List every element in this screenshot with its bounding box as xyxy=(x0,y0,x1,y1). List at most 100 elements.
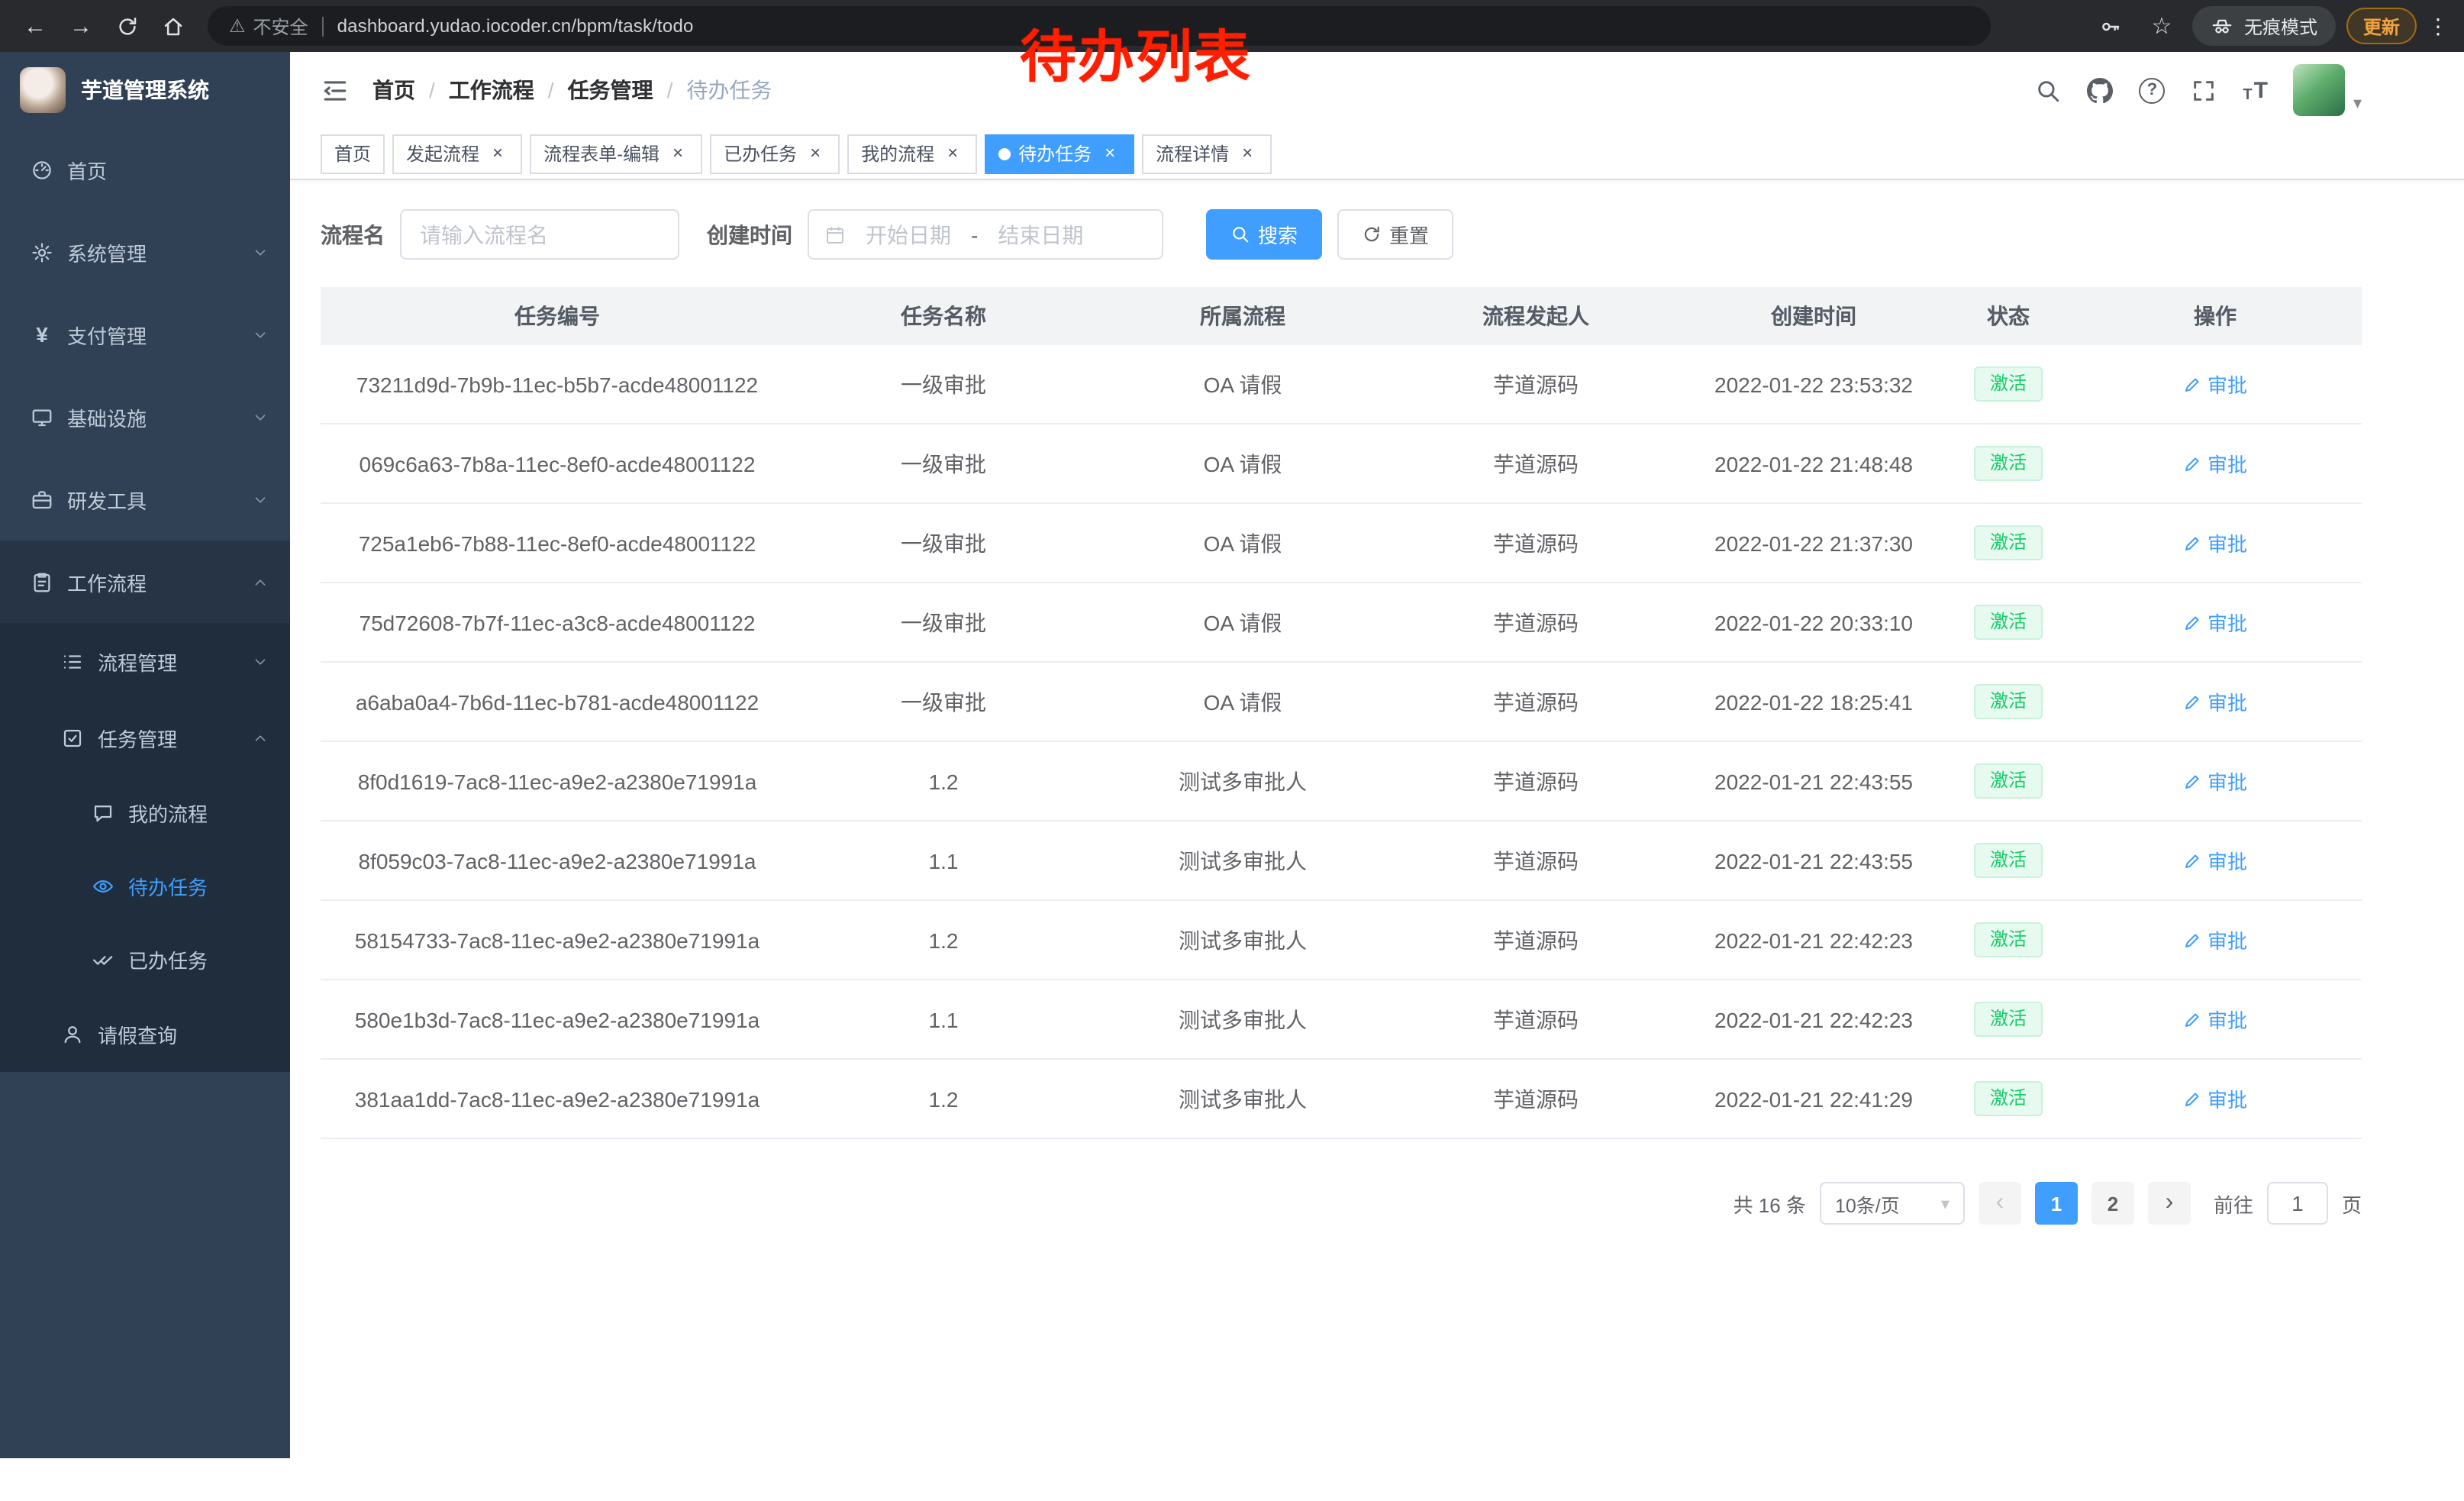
task-name: 1.2 xyxy=(794,1059,1093,1138)
workflow-icon xyxy=(31,570,53,593)
breadcrumb: 首页 / 工作流程 / 任务管理 / 待办任务 xyxy=(373,75,772,105)
approve-label: 审批 xyxy=(2208,528,2247,557)
font-size-icon[interactable]: TT xyxy=(2243,77,2268,103)
tab-done-tasks[interactable]: 已办任务 × xyxy=(710,134,840,173)
goto-page-input[interactable] xyxy=(2267,1182,2328,1225)
font-size-small-glyph: T xyxy=(2243,86,2252,103)
sidebar-item-label: 首页 xyxy=(67,155,269,184)
approve-link[interactable]: 审批 xyxy=(2183,1005,2247,1034)
task-process: 测试多审批人 xyxy=(1093,900,1392,980)
user-menu[interactable]: ▾ xyxy=(2294,64,2362,116)
task-created: 2022-01-22 23:53:32 xyxy=(1679,345,1948,424)
page-button-1[interactable]: 1 xyxy=(2035,1182,2078,1225)
search-button[interactable]: 搜索 xyxy=(1206,209,1322,260)
reset-button[interactable]: 重置 xyxy=(1337,209,1453,260)
app-title: 芋道管理系统 xyxy=(81,75,209,105)
update-button[interactable]: 更新 xyxy=(2346,8,2417,44)
page-size-select[interactable]: 10条/页 ▾ xyxy=(1820,1182,1965,1225)
tab-process-detail[interactable]: 流程详情 × xyxy=(1142,134,1272,173)
page-url[interactable]: dashboard.yudao.iocoder.cn/bpm/task/todo xyxy=(337,15,694,37)
tab-todo-tasks[interactable]: 待办任务 × xyxy=(985,134,1134,173)
sidebar-item-label: 请假查询 xyxy=(98,1019,269,1048)
edit-icon xyxy=(2183,375,2201,393)
task-initiator: 芋道源码 xyxy=(1392,503,1679,583)
tab-start-process[interactable]: 发起流程 × xyxy=(392,134,522,173)
chevron-up-icon xyxy=(252,729,269,746)
bookmark-star-icon[interactable]: ☆ xyxy=(2142,6,2182,46)
approve-link[interactable]: 审批 xyxy=(2183,370,2247,399)
fullscreen-icon[interactable] xyxy=(2191,77,2217,103)
filter-bar: 流程名 创建时间 - 搜索 xyxy=(321,209,2362,260)
process-name-input[interactable] xyxy=(400,209,679,260)
sidebar-item-payment[interactable]: ¥ 支付管理 xyxy=(0,293,290,376)
task-name: 一级审批 xyxy=(794,583,1093,662)
sidebar-item-devtools[interactable]: 研发工具 xyxy=(0,458,290,541)
approve-link[interactable]: 审批 xyxy=(2183,608,2247,637)
start-date-input[interactable] xyxy=(852,222,965,247)
close-icon[interactable]: × xyxy=(667,143,689,164)
key-icon[interactable] xyxy=(2091,6,2131,46)
column-header: 流程发起人 xyxy=(1392,287,1679,345)
approve-label: 审批 xyxy=(2208,608,2247,637)
dashboard-icon xyxy=(31,158,53,181)
edit-icon xyxy=(2183,1010,2201,1028)
end-date-input[interactable] xyxy=(984,222,1097,247)
sidebar-item-my-process[interactable]: 我的流程 xyxy=(0,776,290,849)
comment-icon xyxy=(92,801,114,824)
task-id: 73211d9d-7b9b-11ec-b5b7-acde48001122 xyxy=(321,345,794,424)
breadcrumb-item-task-management[interactable]: 任务管理 xyxy=(568,75,653,105)
browser-menu-icon[interactable]: ⋮ xyxy=(2427,13,2449,39)
sidebar-item-task-management[interactable]: 任务管理 xyxy=(0,699,290,776)
sidebar-item-workflow[interactable]: 工作流程 xyxy=(0,541,290,623)
chevron-down-icon xyxy=(252,244,269,260)
edit-icon xyxy=(2183,534,2201,552)
back-icon[interactable]: ← xyxy=(15,6,55,46)
tab-process-form-edit[interactable]: 流程表单-编辑 × xyxy=(530,134,702,173)
close-icon[interactable]: × xyxy=(942,143,963,164)
date-range-picker[interactable]: - xyxy=(808,209,1163,260)
github-icon[interactable] xyxy=(2087,77,2113,103)
sidebar-item-home[interactable]: 首页 xyxy=(0,128,290,211)
breadcrumb-item-workflow[interactable]: 工作流程 xyxy=(449,75,534,105)
search-icon[interactable] xyxy=(2035,77,2061,103)
table-row: 58154733-7ac8-11ec-a9e2-a2380e71991a 1.2… xyxy=(321,900,2362,980)
close-icon[interactable]: × xyxy=(1237,143,1258,164)
question-glyph: ? xyxy=(2147,81,2157,99)
approve-link[interactable]: 审批 xyxy=(2183,767,2247,796)
prev-page-button[interactable]: ‹ xyxy=(1979,1182,2021,1225)
sidebar-item-infrastructure[interactable]: 基础设施 xyxy=(0,376,290,458)
goto-label: 前往 xyxy=(2214,1189,2253,1218)
edit-icon xyxy=(2183,692,2201,711)
approve-link[interactable]: 审批 xyxy=(2183,925,2247,954)
edit-icon xyxy=(2183,772,2201,790)
sidebar-item-leave-query[interactable]: 请假查询 xyxy=(0,996,290,1072)
close-icon[interactable]: × xyxy=(805,143,826,164)
close-icon[interactable]: × xyxy=(487,143,508,164)
approve-link[interactable]: 审批 xyxy=(2183,687,2247,716)
security-label[interactable]: 不安全 xyxy=(253,13,308,39)
range-separator: - xyxy=(971,222,978,247)
forward-icon[interactable]: → xyxy=(61,6,101,46)
chevron-down-icon xyxy=(252,653,269,670)
tab-home[interactable]: 首页 xyxy=(321,134,385,173)
sidebar-item-done-tasks[interactable]: 已办任务 xyxy=(0,922,290,996)
approve-link[interactable]: 审批 xyxy=(2183,449,2247,478)
app-logo[interactable]: 芋道管理系统 xyxy=(0,52,290,128)
approve-link[interactable]: 审批 xyxy=(2183,528,2247,557)
next-page-button[interactable]: › xyxy=(2148,1182,2191,1225)
approve-link[interactable]: 审批 xyxy=(2183,846,2247,875)
approve-link[interactable]: 审批 xyxy=(2183,1084,2247,1113)
close-icon[interactable]: × xyxy=(1099,143,1121,164)
sidebar-item-process-management[interactable]: 流程管理 xyxy=(0,623,290,699)
sidebar-item-todo-tasks[interactable]: 待办任务 xyxy=(0,849,290,922)
help-icon[interactable]: ? xyxy=(2139,77,2165,103)
reload-icon[interactable] xyxy=(107,6,147,46)
tab-label: 我的流程 xyxy=(861,140,934,166)
task-icon xyxy=(61,726,84,749)
sidebar-item-system[interactable]: 系统管理 xyxy=(0,211,290,293)
tab-my-process[interactable]: 我的流程 × xyxy=(847,134,977,173)
home-icon[interactable] xyxy=(153,6,192,46)
breadcrumb-item-home[interactable]: 首页 xyxy=(373,75,415,105)
page-button-2[interactable]: 2 xyxy=(2091,1182,2134,1225)
sidebar-collapse-icon[interactable] xyxy=(321,76,350,105)
